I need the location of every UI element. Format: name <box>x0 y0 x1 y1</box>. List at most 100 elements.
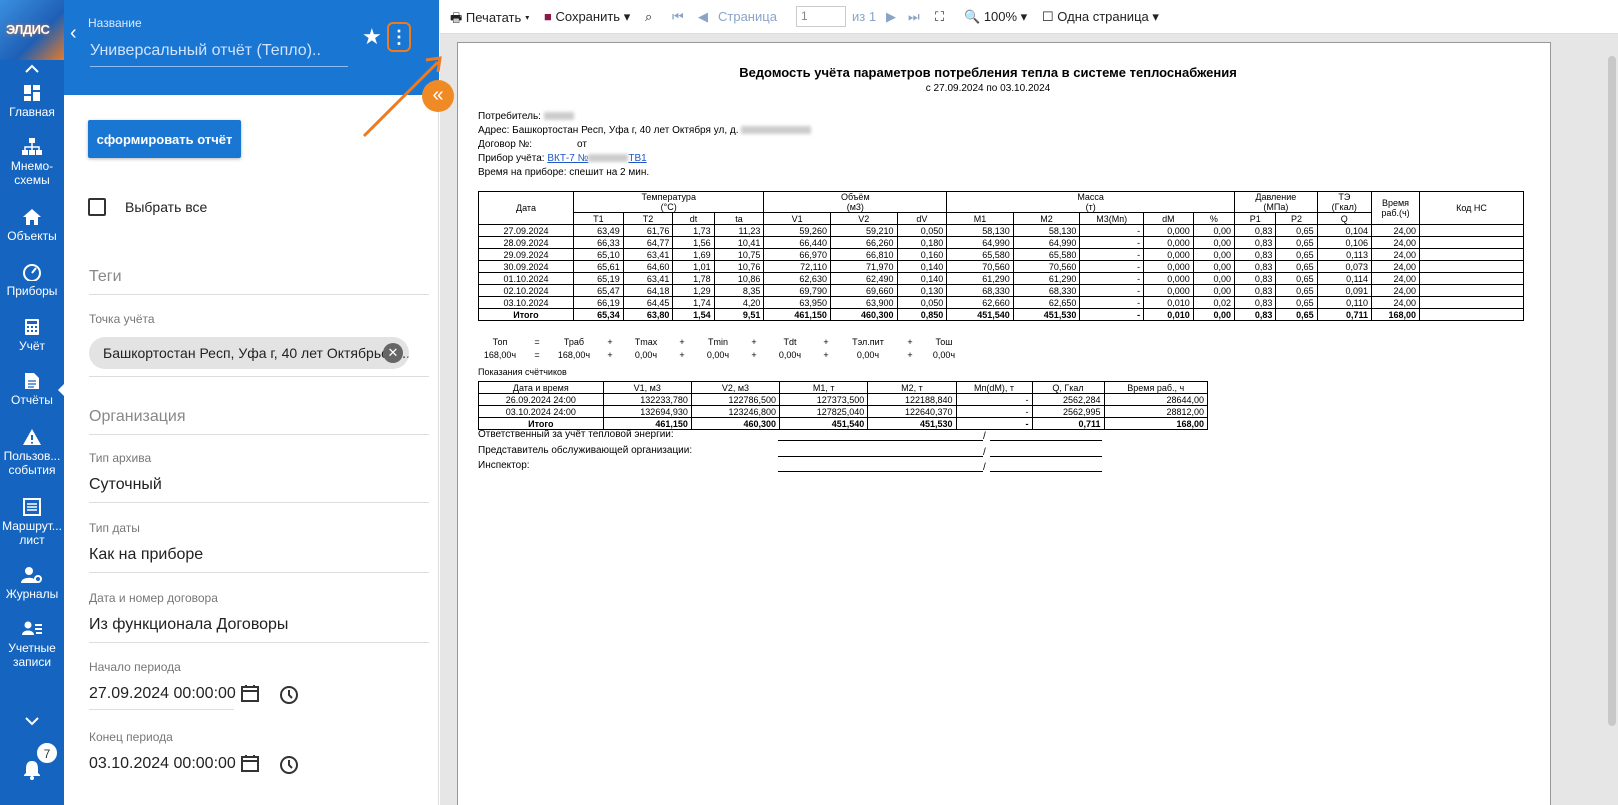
archive-type-select[interactable]: Суточный <box>89 476 162 494</box>
star-icon[interactable]: ★ <box>362 24 382 50</box>
period-end-input[interactable]: 03.10.2024 00:00:00 <box>89 755 236 773</box>
nav-accounts[interactable]: Учетные записи <box>0 620 64 669</box>
summary-cell: + <box>679 350 685 360</box>
table-cell: 132694,930 <box>602 405 692 418</box>
subheader-cell: T2 <box>622 212 674 225</box>
table-cell: - <box>1079 308 1145 321</box>
redacted <box>588 154 629 163</box>
calculator-icon <box>25 319 39 335</box>
summary-cell: + <box>751 350 757 360</box>
report-page: Ведомость учёта параметров потребления т… <box>457 42 1551 805</box>
table-cell: 0,000 <box>1143 236 1194 249</box>
period-start-input[interactable]: 27.09.2024 00:00:00 <box>89 685 236 710</box>
table-cell: 59,260 <box>763 224 831 237</box>
scrollbar-thumb[interactable] <box>1608 56 1616 726</box>
first-page-icon[interactable]: ⏮ <box>672 9 684 25</box>
time-summary: Топ = Траб + Tmax + Tmin + Tdt + Tэл.пит + Тош 168,0… <box>478 337 964 360</box>
nav-journals[interactable]: Журналы <box>0 566 64 601</box>
report-settings-panel: ‹ Название Универсальный отчёт (Тепло)..… <box>64 0 442 805</box>
nav-label: Учёт <box>18 339 46 353</box>
table-cell: 0,000 <box>1143 248 1194 261</box>
table-cell: 0,050 <box>896 224 948 237</box>
nav-user-events[interactable]: Пользов... события <box>0 428 64 477</box>
view-mode-button[interactable]: ☐ Одна страница ▾ <box>1042 9 1159 25</box>
nav-home[interactable]: Главная <box>0 84 64 119</box>
table-cell: 2562,284 <box>1031 393 1105 406</box>
divider <box>89 294 429 295</box>
table-cell: 62,490 <box>829 272 898 285</box>
nav-label: Пользов... события <box>3 449 61 477</box>
collapse-panel-button[interactable]: « <box>422 80 454 112</box>
summary-value-row: 168,00ч = 168,00ч +0,00ч +0,00ч +0,00ч +0,00ч +… <box>478 350 964 360</box>
table-cell: 63,900 <box>829 296 898 309</box>
table-cell: 1,01 <box>672 260 715 273</box>
search-icon[interactable]: ⌕ <box>645 9 652 25</box>
th-press-label: Давление <box>1255 192 1297 202</box>
signature-line <box>778 429 983 441</box>
print-button[interactable]: 🖶 Печатать ▾ <box>450 9 530 31</box>
zoom-button[interactable]: 🔍 100% ▾ <box>964 9 1027 25</box>
clock-icon[interactable] <box>279 755 299 780</box>
chevron-up-icon[interactable] <box>0 64 64 77</box>
calendar-icon[interactable] <box>241 754 259 777</box>
close-icon[interactable]: ✕ <box>383 343 403 363</box>
table-cell: 63,950 <box>763 296 831 309</box>
table-cell: 122188,840 <box>867 393 957 406</box>
next-page-icon[interactable]: ▶ <box>886 9 896 25</box>
nav-mnemo[interactable]: Мнемо-схемы <box>0 138 64 187</box>
subheader-cell: ta <box>713 212 765 225</box>
calendar-icon[interactable] <box>241 684 259 707</box>
chevron-left-icon[interactable]: ‹ <box>70 22 77 45</box>
bell-icon[interactable] <box>0 760 64 783</box>
nav-reports[interactable]: Отчёты <box>0 372 64 407</box>
table-cell: 30.09.2024 <box>478 260 574 273</box>
device-line: Прибор учёта: ВКТ-7 № ТВ1 <box>478 153 647 164</box>
table-cell: 0,091 <box>1316 284 1373 297</box>
summary-cell: 0,00ч <box>778 350 802 360</box>
nav-accounting[interactable]: Учёт <box>0 318 64 353</box>
clock-icon[interactable] <box>279 685 299 710</box>
table-cell: 27.09.2024 <box>478 224 574 237</box>
table-cell: Итого <box>478 308 574 321</box>
table-cell <box>1419 248 1524 261</box>
logo[interactable]: ЭЛДИС <box>0 0 64 60</box>
save-button[interactable]: ■ Сохранить ▾ <box>544 9 630 25</box>
select-all-checkbox[interactable] <box>88 198 106 216</box>
page-count: из 1 <box>852 9 877 24</box>
table-cell: - <box>1079 284 1145 297</box>
nav-objects[interactable]: Объекты <box>0 208 64 243</box>
last-page-icon[interactable]: ⏭ <box>908 9 920 25</box>
signature-responsible: Ответственный за учёт тепловой энергии: <box>478 429 674 440</box>
nav-devices[interactable]: Приборы <box>0 263 64 298</box>
table-cell: 61,290 <box>946 272 1014 285</box>
summary-cell: + <box>607 350 613 360</box>
page-number-input[interactable]: 1 <box>796 6 846 27</box>
table-cell: 0,050 <box>896 296 948 309</box>
table-cell: 68,330 <box>946 284 1014 297</box>
divider <box>89 642 429 643</box>
table-cell: 10,86 <box>713 272 765 285</box>
counters-body: 26.09.2024 24:00 132233,780 122786,500 1273… <box>478 393 1209 430</box>
fullscreen-icon[interactable]: ⛶ <box>935 9 944 25</box>
device-link[interactable]: ВКТ-7 № ТВ1 <box>547 153 646 164</box>
contract-select[interactable]: Из функционала Договоры <box>89 616 288 634</box>
report-name-input[interactable]: Универсальный отчёт (Тепло).. <box>90 42 348 67</box>
table-cell: - <box>1079 296 1145 309</box>
chevron-down-icon[interactable] <box>0 716 64 729</box>
generate-report-button[interactable]: сформировать отчёт <box>88 120 241 158</box>
select-all-label: Выбрать все <box>125 199 208 215</box>
date-type-select[interactable]: Как на приборе <box>89 546 203 564</box>
table-cell: 127825,040 <box>779 405 869 418</box>
prev-page-icon[interactable]: ◀ <box>698 9 708 25</box>
nav-route-sheet[interactable]: Маршрут... лист <box>0 498 64 547</box>
table-cell: 0,000 <box>1143 224 1194 237</box>
table-cell: 10,41 <box>713 236 765 249</box>
point-chip[interactable]: Башкортостан Респ, Уфа г, 40 лет Октябрь… <box>89 337 409 369</box>
more-vertical-icon[interactable]: ⋮ <box>387 22 411 52</box>
table-cell: 24,00 <box>1371 248 1420 261</box>
redacted <box>543 112 574 121</box>
table-cell <box>1419 308 1524 321</box>
table-cell: 28.09.2024 <box>478 236 574 249</box>
th-te-label: ТЭ <box>1338 192 1351 202</box>
name-label: Название <box>88 16 142 30</box>
